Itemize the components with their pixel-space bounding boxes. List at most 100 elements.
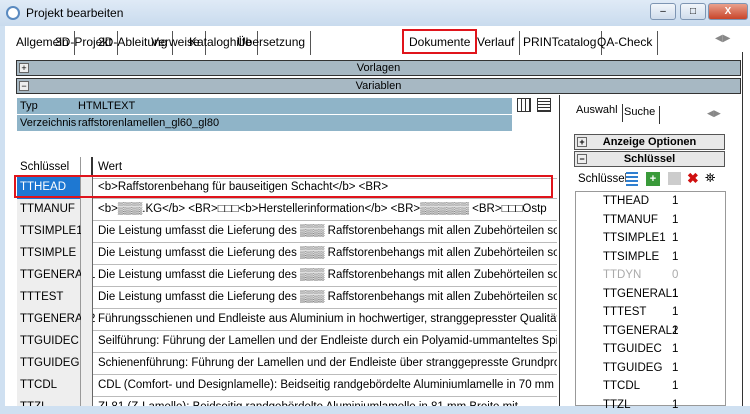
row-value[interactable]: ZL81 (Z-Lamelle): Beidseitig randgebörde… bbox=[95, 397, 557, 406]
anzeige-label: Anzeige Optionen bbox=[602, 136, 697, 148]
typ-row: Typ HTMLTEXT bbox=[17, 98, 512, 114]
list-view-icon[interactable] bbox=[537, 98, 551, 112]
key-name: TTGENERAL2 bbox=[603, 324, 679, 337]
table-row[interactable]: TTGENERAL1 Die Leistung umfasst die Liefe… bbox=[17, 265, 557, 287]
window-title: Projekt bearbeiten bbox=[26, 6, 124, 20]
columns-view-icon[interactable] bbox=[517, 98, 531, 112]
key-count: 1 bbox=[672, 287, 679, 300]
row-gap bbox=[81, 397, 93, 406]
key-list-item[interactable]: TTHEAD 1 bbox=[603, 192, 703, 210]
add-icon[interactable]: + bbox=[646, 172, 660, 186]
key-name: TTGENERAL1 bbox=[603, 287, 679, 300]
key-name: TTDYN bbox=[603, 269, 642, 281]
highlight-box bbox=[14, 175, 553, 198]
typ-value: HTMLTEXT bbox=[78, 100, 136, 112]
key-name: TTGUIDEG bbox=[603, 361, 663, 374]
toolbar-label: Schlüssel bbox=[578, 173, 628, 185]
row-value[interactable]: CDL (Comfort- und Designlamelle): Beidse… bbox=[95, 375, 557, 396]
row-gap bbox=[81, 265, 93, 287]
row-key[interactable]: TTMANUF bbox=[17, 199, 81, 221]
key-name: TTGUIDEC bbox=[603, 343, 662, 355]
row-key[interactable]: TTSIMPLE1 bbox=[17, 221, 83, 243]
row-value[interactable]: Seilführung: Führung der Lamellen und de… bbox=[95, 331, 557, 352]
row-value[interactable]: Die Leistung umfasst die Lieferung des ▒… bbox=[95, 287, 557, 308]
close-button[interactable]: X bbox=[708, 3, 748, 20]
collapse-icon[interactable]: − bbox=[577, 154, 587, 164]
verzeichnis-row: Verzeichnis raffstorenlamellen_gl60_gl80 bbox=[17, 115, 512, 131]
table-row[interactable]: TTGENERAL2 Führungsschienen und Endleiste… bbox=[17, 309, 557, 331]
row-gap bbox=[81, 287, 93, 309]
row-key[interactable]: TTCDL bbox=[17, 375, 81, 397]
table-row[interactable]: TTZL ZL81 (Z-Lamelle): Beidseitig randgeb… bbox=[17, 397, 557, 406]
row-key[interactable]: TTGUIDEC bbox=[17, 331, 81, 353]
table-row[interactable]: TTGUIDEC Seilführung: Führung der Lamelle… bbox=[17, 331, 557, 353]
row-value[interactable]: Die Leistung umfasst die Lieferung des ▒… bbox=[95, 265, 557, 286]
key-list-item[interactable]: TTZL 1 bbox=[603, 396, 703, 414]
verzeichnis-label: Verzeichnis bbox=[20, 117, 77, 129]
key-name: TTHEAD bbox=[603, 195, 649, 207]
table-row[interactable]: TTCDL CDL (Comfort- und Designlamelle): B… bbox=[17, 375, 557, 397]
variablen-section-bar[interactable]: − Variablen bbox=[16, 78, 741, 94]
row-value[interactable]: Die Leistung umfasst die Lieferung des ▒… bbox=[95, 221, 557, 242]
vorlagen-label: Vorlagen bbox=[356, 62, 401, 74]
row-gap bbox=[81, 309, 93, 331]
right-tab-scroll-arrows[interactable]: ◀▶ bbox=[707, 108, 721, 119]
key-name: TTSIMPLE bbox=[603, 250, 660, 263]
expand-icon[interactable]: + bbox=[577, 137, 587, 147]
table-row[interactable]: TTGUIDEG Schienenführung: Führung der Lam… bbox=[17, 353, 557, 375]
binoculars-icon[interactable]: ⛯ bbox=[705, 170, 715, 186]
list-icon[interactable] bbox=[626, 172, 638, 186]
tab-auswahl[interactable]: Auswahl bbox=[572, 104, 623, 122]
table-row[interactable]: TTMANUF <b>▒▒▒.KG</b> <BR>□□□<b>Herstelle… bbox=[17, 199, 557, 221]
row-key[interactable]: TTGENERAL2 bbox=[17, 309, 95, 331]
tab-dokumente[interactable]: Dokumente bbox=[402, 29, 478, 54]
key-name: TTCDL bbox=[603, 380, 641, 392]
row-value[interactable]: <b>▒▒▒.KG</b> <BR>□□□<b>Herstellerinform… bbox=[95, 199, 557, 220]
vorlagen-section-bar[interactable]: + Vorlagen bbox=[16, 60, 741, 76]
row-key[interactable]: TTTEST bbox=[17, 287, 81, 309]
row-key[interactable]: TTZL bbox=[17, 397, 81, 406]
key-list-item[interactable]: TTMANUF 1 bbox=[603, 211, 703, 229]
key-count: 1 bbox=[672, 324, 679, 337]
row-key[interactable]: TTSIMPLE bbox=[17, 243, 81, 265]
minimize-button[interactable]: – bbox=[650, 3, 676, 20]
row-value[interactable]: Führungsschienen und Endleiste aus Alumi… bbox=[95, 309, 557, 330]
app-icon bbox=[6, 6, 20, 20]
collapse-icon[interactable]: − bbox=[19, 81, 29, 91]
row-value[interactable]: Schienenführung: Führung der Lamellen un… bbox=[95, 353, 557, 374]
right-border bbox=[742, 52, 743, 406]
tab-suche[interactable]: Suche bbox=[620, 106, 661, 124]
schluessel-bar[interactable]: − Schlüssel bbox=[574, 151, 725, 167]
key-list-item[interactable]: TTSIMPLE1 1 bbox=[603, 229, 703, 247]
anzeige-optionen-bar[interactable]: + Anzeige Optionen bbox=[574, 134, 725, 150]
key-list-item[interactable]: TTDYN 0 bbox=[603, 266, 703, 284]
delete-icon[interactable]: ✖ bbox=[687, 170, 699, 187]
row-gap bbox=[81, 331, 93, 353]
tab-verlauf[interactable]: Verlauf bbox=[472, 31, 521, 55]
key-list-item[interactable]: TTGUIDEG 1 bbox=[603, 359, 703, 377]
tab-scroll-arrows[interactable]: ◀▶ bbox=[715, 33, 730, 44]
key-list-item[interactable]: TTGUIDEC 1 bbox=[603, 340, 703, 358]
key-list-item[interactable]: TTSIMPLE 1 bbox=[603, 248, 703, 266]
tab-printcatalog[interactable]: PRINTcatalog bbox=[518, 31, 603, 55]
table-row[interactable]: TTSIMPLE1 Die Leistung umfasst die Liefer… bbox=[17, 221, 557, 243]
table-row[interactable]: TTTEST Die Leistung umfasst die Lieferung… bbox=[17, 287, 557, 309]
row-value[interactable]: Die Leistung umfasst die Lieferung des ▒… bbox=[95, 243, 557, 264]
variablen-label: Variablen bbox=[355, 80, 402, 92]
key-list-item[interactable]: TTGENERAL2 1 bbox=[603, 322, 703, 340]
key-list-item[interactable]: TTCDL 1 bbox=[603, 377, 703, 395]
table-row[interactable]: TTSIMPLE Die Leistung umfasst die Lieferu… bbox=[17, 243, 557, 265]
key-name: TTSIMPLE1 bbox=[603, 232, 666, 244]
expand-icon[interactable]: + bbox=[19, 63, 29, 73]
edit-icon[interactable] bbox=[668, 172, 681, 185]
key-count: 1 bbox=[672, 380, 679, 392]
splitter[interactable] bbox=[559, 95, 560, 406]
row-key[interactable]: TTGUIDEG bbox=[17, 353, 81, 375]
maximize-button[interactable]: □ bbox=[680, 3, 706, 20]
key-list-item[interactable]: TTGENERAL1 1 bbox=[603, 285, 703, 303]
row-key[interactable]: TTGENERAL1 bbox=[17, 265, 95, 287]
key-list-item[interactable]: TTTEST 1 bbox=[603, 303, 703, 321]
tab-qa-check[interactable]: QA-Check bbox=[592, 31, 659, 55]
tab-uebersetzung[interactable]: Übersetzung bbox=[232, 31, 312, 55]
key-count: 1 bbox=[672, 343, 679, 355]
